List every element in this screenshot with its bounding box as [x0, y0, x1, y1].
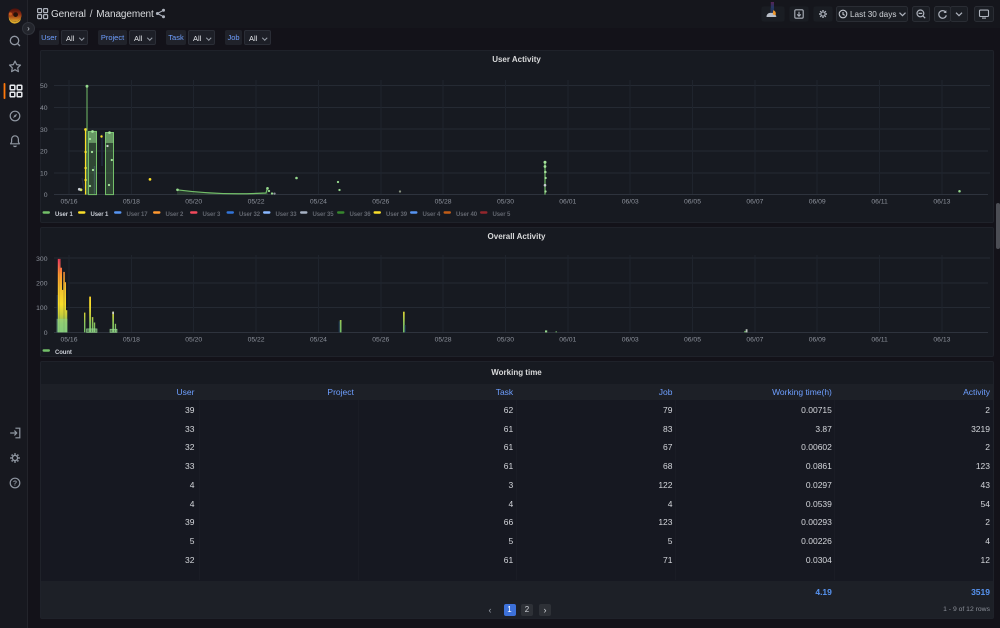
svg-text:06/01: 06/01	[559, 199, 576, 206]
svg-text:06/13: 06/13	[933, 337, 950, 344]
svg-text:0: 0	[44, 330, 48, 337]
svg-text:User 4: User 4	[423, 212, 442, 218]
svg-text:40: 40	[40, 105, 48, 112]
svg-text:05/20: 05/20	[185, 199, 202, 206]
svg-text:06/07: 06/07	[746, 199, 763, 206]
svg-text:05/30: 05/30	[497, 337, 514, 344]
svg-text:06/05: 06/05	[684, 199, 701, 206]
svg-text:User 39: User 39	[386, 212, 408, 218]
svg-text:06/13: 06/13	[933, 199, 950, 206]
svg-text:User 33: User 33	[276, 212, 298, 218]
svg-text:05/30: 05/30	[497, 199, 514, 206]
svg-text:06/03: 06/03	[622, 337, 639, 344]
svg-text:Count: Count	[55, 350, 72, 356]
svg-text:05/18: 05/18	[123, 199, 140, 206]
svg-text:100: 100	[36, 305, 48, 312]
svg-text:?: ?	[13, 481, 17, 488]
svg-text:06/01: 06/01	[559, 337, 576, 344]
svg-text:06/09: 06/09	[809, 199, 826, 206]
svg-text:06/03: 06/03	[622, 199, 639, 206]
svg-text:User 1: User 1	[55, 212, 74, 218]
svg-text:User 35: User 35	[313, 212, 335, 218]
svg-text:05/20: 05/20	[185, 337, 202, 344]
svg-text:User 40: User 40	[456, 212, 478, 218]
svg-text:06/05: 06/05	[684, 337, 701, 344]
svg-text:User 1: User 1	[91, 212, 110, 218]
svg-text:User 36: User 36	[350, 212, 372, 218]
svg-text:0: 0	[44, 192, 48, 199]
svg-text:05/22: 05/22	[248, 337, 265, 344]
svg-text:05/24: 05/24	[310, 199, 327, 206]
svg-text:05/16: 05/16	[60, 199, 77, 206]
svg-text:06/07: 06/07	[746, 337, 763, 344]
svg-text:05/28: 05/28	[435, 337, 452, 344]
svg-text:05/26: 05/26	[372, 199, 389, 206]
svg-text:10: 10	[40, 170, 48, 177]
svg-text:300: 300	[36, 256, 48, 263]
svg-text:05/22: 05/22	[248, 199, 265, 206]
svg-text:05/28: 05/28	[435, 199, 452, 206]
svg-text:06/11: 06/11	[871, 199, 888, 206]
svg-text:30: 30	[40, 127, 48, 134]
svg-text:User 3: User 3	[203, 212, 222, 218]
svg-text:06/09: 06/09	[809, 337, 826, 344]
svg-text:User 5: User 5	[493, 212, 512, 218]
svg-text:User 32: User 32	[239, 212, 261, 218]
svg-text:05/24: 05/24	[310, 337, 327, 344]
svg-text:User 2: User 2	[166, 212, 185, 218]
svg-text:05/18: 05/18	[123, 337, 140, 344]
svg-text:Last 30 days: Last 30 days	[850, 10, 896, 19]
svg-text:User 17: User 17	[127, 212, 149, 218]
svg-text:05/26: 05/26	[372, 337, 389, 344]
svg-text:06/11: 06/11	[871, 337, 888, 344]
svg-text:50: 50	[40, 83, 48, 90]
svg-text:05/16: 05/16	[60, 337, 77, 344]
svg-text:200: 200	[36, 281, 48, 288]
svg-text:20: 20	[40, 149, 48, 156]
